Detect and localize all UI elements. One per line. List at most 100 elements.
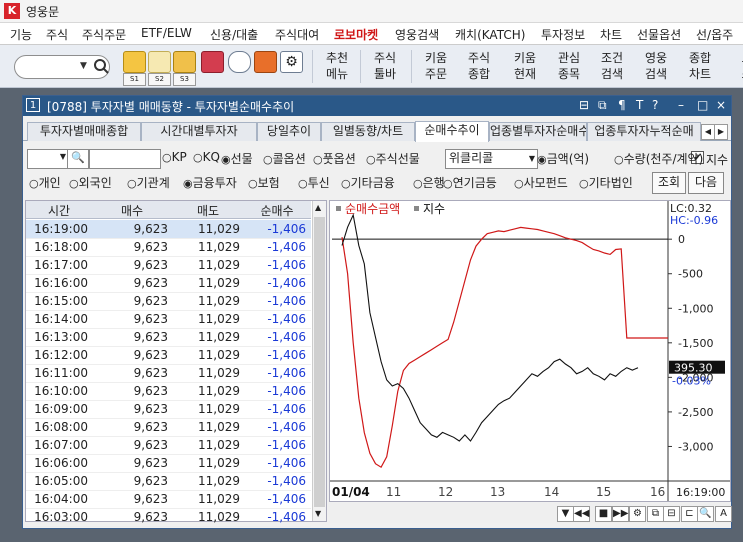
table-row[interactable]: 16:13:00 9,623 11,029 -1,406 bbox=[26, 328, 311, 347]
chart-nav-icon[interactable]: ■ bbox=[595, 506, 612, 522]
help-icon[interactable]: ? bbox=[652, 98, 658, 112]
menu-item[interactable]: ETF/ELW bbox=[141, 26, 192, 40]
radio-icon[interactable]: ○ bbox=[413, 177, 423, 190]
menu-item[interactable]: 기능 bbox=[10, 26, 32, 43]
scroll-up-icon[interactable]: ▲ bbox=[315, 203, 321, 212]
investor-radio[interactable]: ○사모펀드 bbox=[514, 174, 568, 191]
table-scrollbar[interactable]: ▲ ▼ bbox=[312, 201, 326, 521]
chart-nav-icon[interactable]: ▼ bbox=[557, 506, 574, 522]
investor-radio[interactable]: ○외국인 bbox=[69, 174, 112, 191]
market-radio[interactable]: ○콜옵션 bbox=[263, 150, 306, 167]
tab-scroll-left-icon[interactable]: ◀ bbox=[701, 124, 715, 140]
table-row[interactable]: 16:15:00 9,623 11,029 -1,406 bbox=[26, 292, 311, 311]
radio-icon[interactable]: ○ bbox=[193, 151, 203, 164]
investor-radio[interactable]: ○연기금등 bbox=[443, 174, 497, 191]
chart-nav-icon[interactable]: ◀◀ bbox=[573, 506, 590, 522]
tab-3[interactable]: 당일추이 bbox=[257, 122, 321, 141]
radio-icon[interactable]: ◉ bbox=[221, 153, 231, 166]
pin-icon[interactable]: ¶ bbox=[618, 98, 626, 112]
radio-icon[interactable]: ○ bbox=[579, 177, 589, 190]
market-radio[interactable]: ◉선물 bbox=[221, 150, 253, 167]
lock-icon[interactable] bbox=[173, 51, 196, 73]
search-icon[interactable]: 🔍 bbox=[67, 149, 89, 169]
header-net-buy[interactable]: 순매수 bbox=[244, 202, 310, 219]
table-row[interactable]: 16:19:00 9,623 11,029 -1,406 bbox=[26, 220, 311, 239]
code-select[interactable]: ▼ bbox=[27, 149, 69, 169]
table-row[interactable]: 16:05:00 9,623 11,029 -1,406 bbox=[26, 472, 311, 491]
toolbar-button[interactable]: 키움 주문 bbox=[416, 50, 456, 82]
menu-item[interactable]: 캐치(KATCH) bbox=[455, 26, 525, 43]
table-row[interactable]: 16:18:00 9,623 11,029 -1,406 bbox=[26, 238, 311, 257]
next-button[interactable]: 다음 bbox=[688, 172, 724, 194]
menu-item[interactable]: 선물옵션 bbox=[637, 26, 681, 43]
tab-2[interactable]: 시간대별투자자 bbox=[141, 122, 257, 141]
clock-icon[interactable] bbox=[228, 51, 251, 73]
menu-item[interactable]: 차트 bbox=[600, 26, 622, 43]
toolbar-button[interactable]: 오스 bbox=[727, 50, 743, 82]
chart-nav-icon[interactable]: A bbox=[715, 506, 732, 522]
weekly-select[interactable]: 위클리콜 ▼ bbox=[445, 149, 538, 169]
market-radio[interactable]: ○KP bbox=[162, 150, 187, 164]
radio-icon[interactable]: ○ bbox=[298, 177, 308, 190]
maximize-icon[interactable]: □ bbox=[697, 98, 708, 112]
chart-nav-icon[interactable]: ⊟ bbox=[663, 506, 680, 522]
table-row[interactable]: 16:04:00 9,623 11,029 -1,406 bbox=[26, 490, 311, 509]
table-row[interactable]: 16:12:00 9,623 11,029 -1,406 bbox=[26, 346, 311, 365]
radio-icon[interactable]: ○ bbox=[263, 153, 273, 166]
investor-radio[interactable]: ○보험 bbox=[248, 174, 280, 191]
font-icon[interactable]: T bbox=[636, 98, 643, 112]
camera-icon[interactable] bbox=[201, 51, 224, 73]
tab-7[interactable]: 업종투자자누적순매 bbox=[587, 122, 701, 141]
menu-item[interactable]: 주식 bbox=[46, 26, 68, 43]
investor-radio[interactable]: ○기관계 bbox=[127, 174, 170, 191]
table-row[interactable]: 16:06:00 9,623 11,029 -1,406 bbox=[26, 454, 311, 473]
radio-icon[interactable]: ◉ bbox=[537, 153, 547, 166]
toolbar-button[interactable]: 키움 현재 bbox=[505, 50, 545, 82]
tab-5[interactable]: 순매수추이 bbox=[415, 121, 489, 142]
radio-icon[interactable]: ○ bbox=[366, 153, 376, 166]
toolbar-button[interactable]: 추천 메뉴 bbox=[317, 50, 357, 82]
close-icon[interactable]: × bbox=[716, 98, 726, 112]
radio-icon[interactable]: ○ bbox=[248, 177, 258, 190]
brush-icon[interactable] bbox=[148, 51, 171, 73]
radio-icon[interactable]: ○ bbox=[162, 151, 172, 164]
toolbar-button[interactable]: 영웅 검색 bbox=[636, 50, 676, 82]
unit-radio[interactable]: ◉금액(억) bbox=[537, 150, 589, 167]
window-titlebar[interactable]: 1 [0788] 투자자별 매매동향 - 투자자별순매수추이 ⊟ ⧉ ¶ T ?… bbox=[23, 96, 731, 116]
radio-icon[interactable]: ○ bbox=[614, 153, 624, 166]
dropdown-arrow-icon[interactable]: ▼ bbox=[529, 151, 535, 167]
chart-nav-icon[interactable]: ⧉ bbox=[647, 506, 664, 522]
stock-search-input[interactable]: ▼ bbox=[14, 55, 110, 79]
table-row[interactable]: 16:08:00 9,623 11,029 -1,406 bbox=[26, 418, 311, 437]
table-row[interactable]: 16:03:00 9,623 11,029 -1,406 bbox=[26, 508, 311, 527]
gear-icon[interactable]: ⚙ bbox=[280, 51, 303, 73]
investor-radio[interactable]: ○은행 bbox=[413, 174, 445, 191]
market-radio[interactable]: ○KQ bbox=[193, 150, 220, 164]
header-sell[interactable]: 매도 bbox=[172, 202, 244, 219]
toolbar-button[interactable]: 종합 차트 bbox=[680, 50, 720, 82]
monitor-icon[interactable] bbox=[254, 51, 277, 73]
investor-radio[interactable]: ○개인 bbox=[29, 174, 61, 191]
window-link-icon[interactable]: ⊟ bbox=[579, 98, 589, 112]
header-time[interactable]: 시간 bbox=[26, 202, 92, 219]
toolbar-sub-s2[interactable]: S2 bbox=[148, 73, 171, 86]
menu-item[interactable]: 주식주문 bbox=[82, 26, 126, 43]
unit-radio[interactable]: ○수량(천주/계약) bbox=[614, 150, 703, 167]
chart-nav-icon[interactable]: ⚙ bbox=[629, 506, 646, 522]
radio-icon[interactable]: ○ bbox=[341, 177, 351, 190]
code-name-field[interactable] bbox=[89, 149, 161, 169]
tab-1[interactable]: 투자자별매매종합 bbox=[27, 122, 141, 141]
radio-icon[interactable]: ◉ bbox=[183, 177, 193, 190]
table-row[interactable]: 16:10:00 9,623 11,029 -1,406 bbox=[26, 382, 311, 401]
investor-radio[interactable]: ◉금융투자 bbox=[183, 174, 237, 191]
window-copy-icon[interactable]: ⧉ bbox=[598, 98, 607, 113]
scroll-down-icon[interactable]: ▼ bbox=[315, 509, 321, 518]
minimize-icon[interactable]: – bbox=[678, 98, 684, 112]
radio-icon[interactable]: ○ bbox=[313, 153, 323, 166]
dropdown-arrow-icon[interactable]: ▼ bbox=[60, 152, 66, 161]
table-row[interactable]: 16:16:00 9,623 11,029 -1,406 bbox=[26, 274, 311, 293]
table-row[interactable]: 16:11:00 9,623 11,029 -1,406 bbox=[26, 364, 311, 383]
dropdown-arrow-icon[interactable]: ▼ bbox=[80, 61, 87, 71]
radio-icon[interactable]: ○ bbox=[443, 177, 453, 190]
net-buy-chart[interactable]: 0 -500 -1,000 -1,500 -2,000 -2,500 -3,000 LC:0.… bbox=[329, 200, 731, 502]
